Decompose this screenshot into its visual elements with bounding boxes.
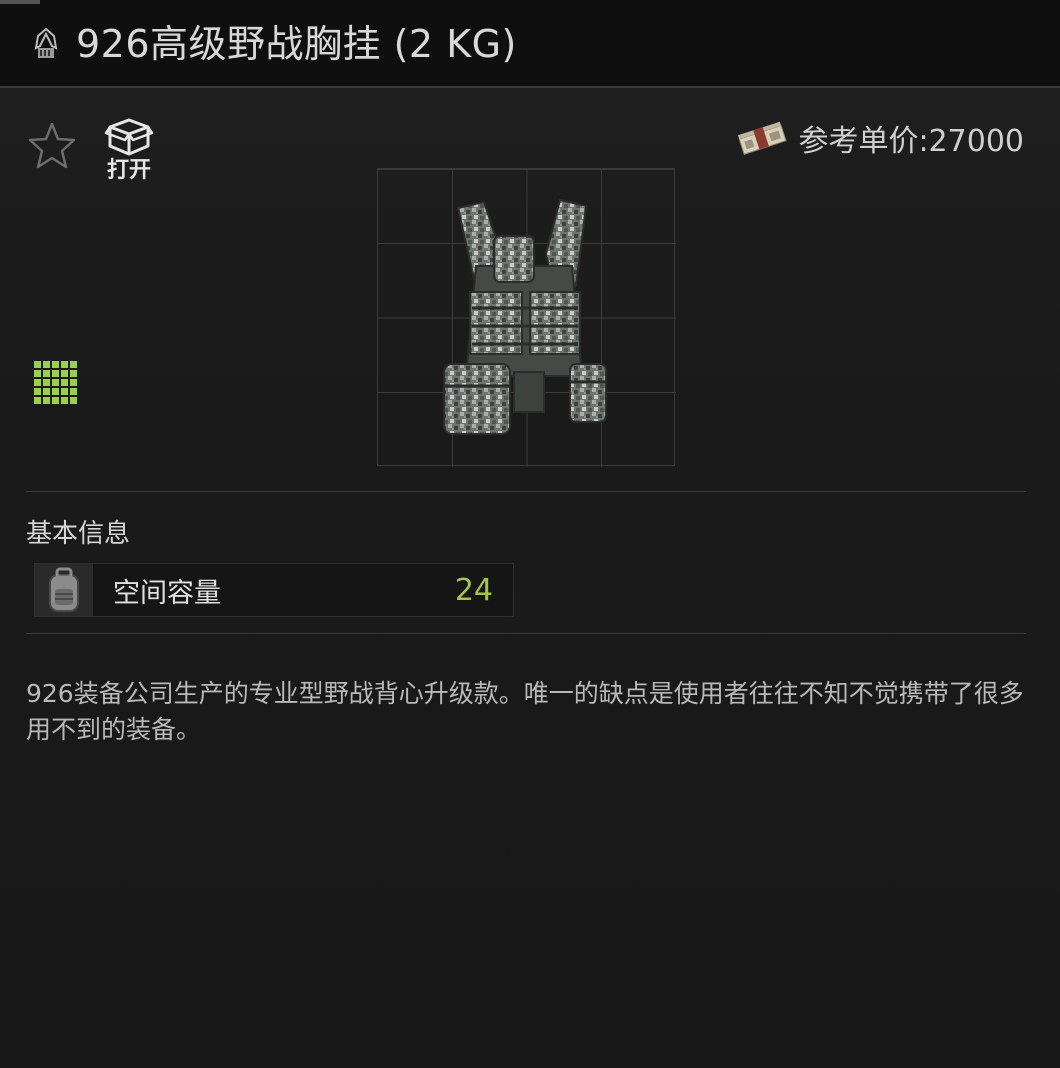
stat-icon-box (35, 564, 93, 616)
price-label: 参考单价:27000 (798, 124, 1024, 159)
reference-price: 参考单价:27000 (736, 118, 1024, 159)
weight-icon (34, 27, 58, 58)
inventory-grid-icon[interactable] (34, 361, 78, 405)
open-label: 打开 (106, 158, 151, 183)
open-box-icon (104, 118, 154, 156)
backpack-icon (48, 567, 79, 612)
money-icon (738, 121, 788, 155)
favorite-star-icon[interactable] (26, 120, 78, 172)
stat-label: 空间容量 (113, 577, 221, 609)
item-inspect-window: 926高级野战胸挂 (2 KG) 打开 参考单价:27000 基本信息 空间容量… (0, 0, 1060, 1068)
item-description: 926装备公司生产的专业型野战背心升级款。唯一的缺点是使用者往往不知不觉携带了很… (26, 679, 1024, 744)
open-button[interactable]: 打开 (98, 116, 160, 192)
section-divider (26, 491, 1026, 492)
section-divider (26, 633, 1026, 634)
stat-value: 24 (454, 572, 493, 608)
basic-info-title: 基本信息 (26, 519, 131, 549)
title-accent (0, 0, 40, 4)
item-title: 926高级野战胸挂 (2 KG) (76, 22, 517, 66)
stat-row-capacity: 空间容量 24 (34, 563, 514, 617)
title-bar: 926高级野战胸挂 (2 KG) (0, 0, 1060, 88)
tactical-vest-icon (443, 198, 607, 435)
